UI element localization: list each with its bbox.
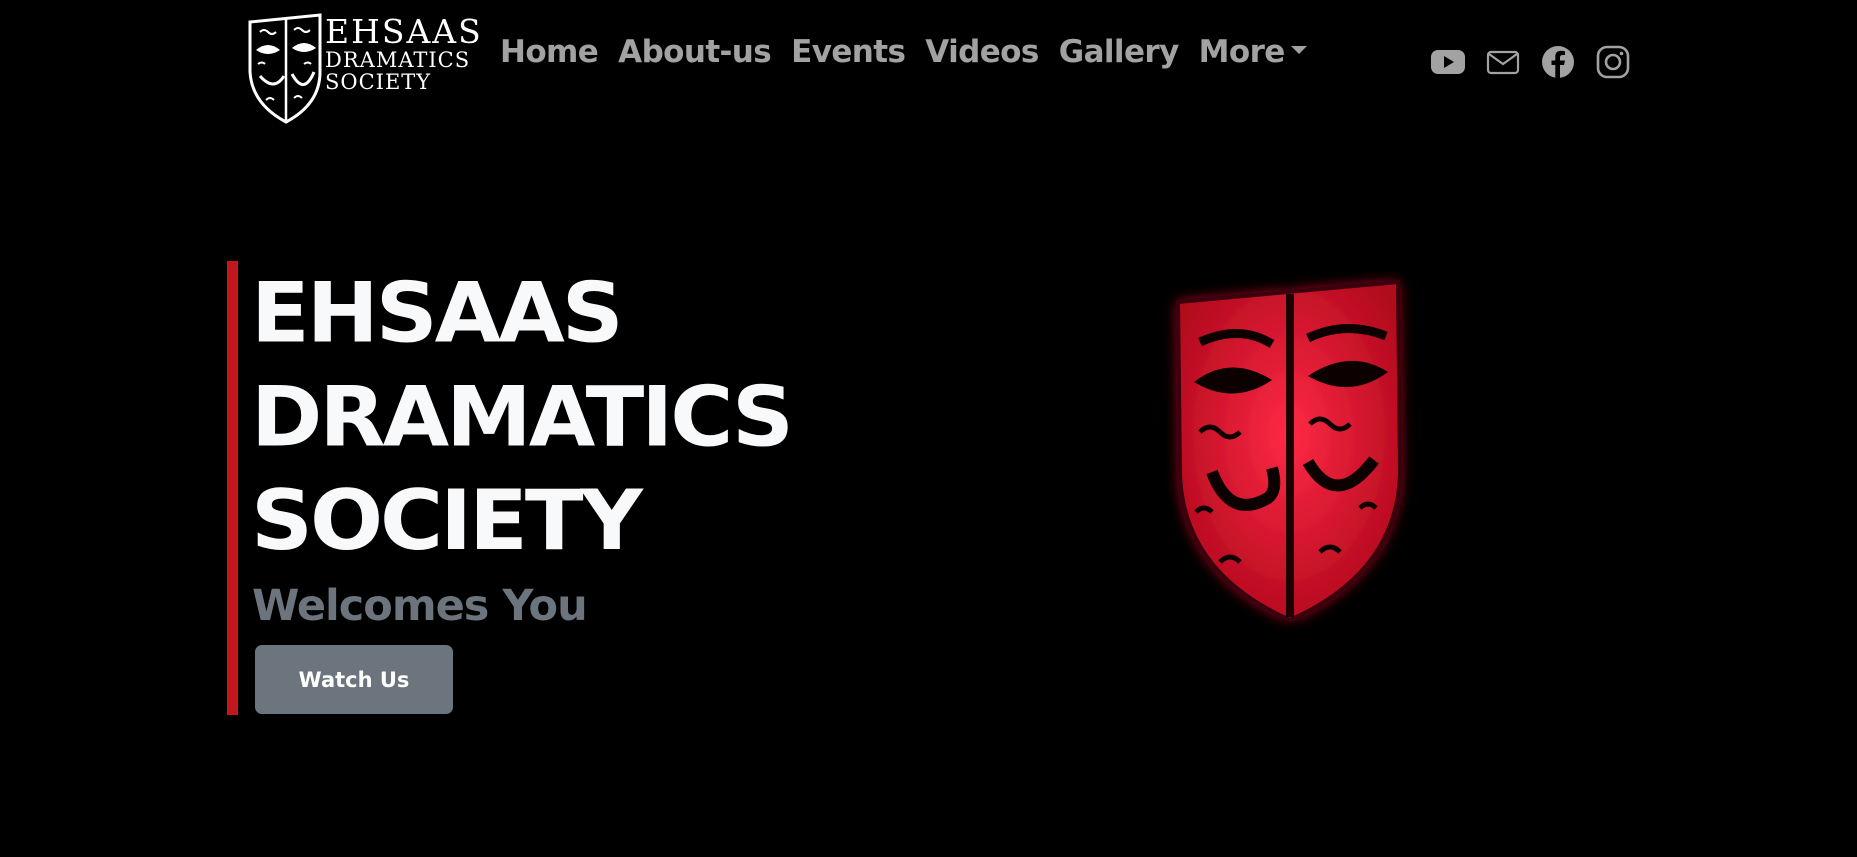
accent-bar bbox=[227, 261, 238, 715]
hero-subtitle: Welcomes You bbox=[252, 581, 588, 631]
main-nav: Home About-us Events Videos Gallery More bbox=[490, 34, 1317, 70]
nav-more-label: More bbox=[1198, 34, 1286, 70]
logo-line-2: DRAMATICS bbox=[325, 48, 471, 72]
facebook-icon bbox=[1542, 46, 1574, 78]
hero-title-line-2: DRAMATICS bbox=[251, 369, 794, 466]
nav-videos[interactable]: Videos bbox=[915, 34, 1048, 70]
instagram-link[interactable] bbox=[1595, 44, 1631, 80]
nav-home[interactable]: Home bbox=[490, 34, 608, 70]
logo-line-3: SOCIETY bbox=[325, 70, 432, 94]
watch-us-button[interactable]: Watch Us bbox=[255, 645, 453, 714]
hero-title-line-1: EHSAAS bbox=[251, 265, 624, 362]
site-logo[interactable]: EHSAAS DRAMATICS SOCIETY bbox=[246, 12, 481, 124]
caret-down-icon bbox=[1290, 46, 1307, 54]
hero-title-line-3: SOCIETY bbox=[251, 473, 643, 570]
nav-gallery[interactable]: Gallery bbox=[1049, 34, 1189, 70]
social-links bbox=[1430, 44, 1650, 80]
logo-line-1: EHSAAS bbox=[325, 12, 483, 51]
facebook-link[interactable] bbox=[1540, 44, 1576, 80]
red-theatre-mask-icon bbox=[1175, 279, 1403, 623]
youtube-icon bbox=[1431, 50, 1465, 74]
hero-title: EHSAAS DRAMATICS SOCIETY bbox=[251, 262, 794, 573]
nav-more-dropdown[interactable]: More bbox=[1189, 34, 1317, 70]
theatre-mask-icon bbox=[248, 13, 322, 124]
nav-events[interactable]: Events bbox=[781, 34, 915, 70]
youtube-link[interactable] bbox=[1430, 44, 1466, 80]
nav-about-us[interactable]: About-us bbox=[608, 34, 781, 70]
mail-link[interactable] bbox=[1485, 44, 1521, 80]
logo-text: EHSAAS DRAMATICS SOCIETY bbox=[325, 15, 483, 93]
navbar: EHSAAS DRAMATICS SOCIETY Home About-us E… bbox=[0, 0, 1857, 125]
instagram-icon bbox=[1596, 45, 1630, 79]
mail-icon bbox=[1486, 50, 1520, 75]
